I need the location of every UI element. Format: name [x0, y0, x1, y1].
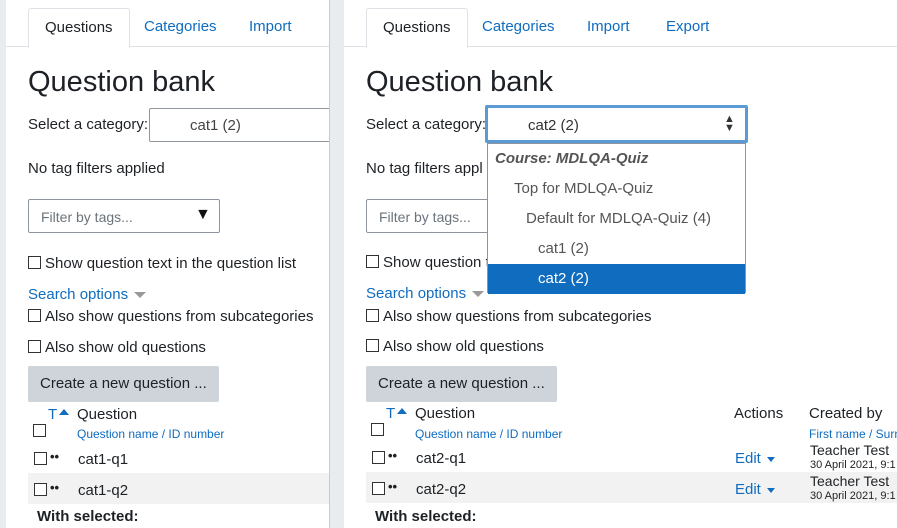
right-col-created-sort-link[interactable]: First name / Surn — [809, 427, 897, 441]
left-old-questions-checkbox[interactable] — [28, 340, 41, 353]
left-tab-bar: Questions Categories Import — [6, 0, 329, 48]
sort-ascending-icon — [397, 408, 408, 414]
sort-ascending-icon — [59, 409, 70, 415]
right-row-edit-menu[interactable]: Edit — [735, 450, 775, 467]
select-arrows-icon: ▲ ▼ — [724, 113, 735, 134]
right-with-selected-label: With selected: — [375, 508, 477, 525]
left-page-title: Question bank — [28, 66, 216, 98]
left-row-checkbox[interactable] — [34, 483, 47, 496]
right-subcategories-checkbox[interactable] — [366, 309, 379, 322]
right-sort-type-header[interactable]: T — [386, 405, 408, 422]
left-question-bank-panel: Questions Categories Import Question ban… — [6, 0, 329, 528]
left-row-question-name: cat1-q1 — [78, 451, 129, 468]
right-tab-import[interactable]: Import — [571, 8, 646, 46]
right-search-options-toggle[interactable]: Search options — [366, 285, 485, 302]
left-show-question-text-checkbox[interactable] — [28, 256, 41, 269]
right-old-questions-label: Also show old questions — [383, 338, 544, 355]
right-question-bank-panel: Questions Categories Import Export Quest… — [344, 0, 897, 528]
left-row-question-name: cat1-q2 — [78, 482, 129, 499]
question-type-icon: •• — [50, 480, 60, 495]
left-category-select[interactable]: cat1 (2) — [149, 108, 329, 142]
left-subcategories-label: Also show questions from subcategories — [45, 308, 314, 325]
right-row-created-date: 30 April 2021, 9:1 — [810, 459, 896, 471]
right-tab-export[interactable]: Export — [650, 8, 725, 46]
left-sort-type-header[interactable]: T — [48, 406, 70, 423]
right-col-question-sort-link[interactable]: Question name / ID number — [415, 427, 562, 441]
dropdown-option-cat2[interactable]: cat2 (2) — [488, 264, 745, 294]
right-select-all-checkbox[interactable] — [371, 423, 384, 436]
left-row-checkbox[interactable] — [34, 452, 47, 465]
right-row-created-date: 30 April 2021, 9:1 — [810, 490, 896, 502]
right-show-question-text-checkbox[interactable] — [366, 255, 379, 268]
right-row-creator: Teacher Test — [810, 442, 890, 458]
chevron-down-icon — [472, 291, 485, 298]
chevron-down-icon — [134, 292, 147, 299]
right-old-questions-checkbox[interactable] — [366, 339, 379, 352]
right-create-question-button[interactable]: Create a new question ... — [366, 366, 557, 402]
right-tab-questions[interactable]: Questions — [366, 8, 468, 48]
left-with-selected-label: With selected: — [37, 508, 139, 525]
right-search-options-label: Search options — [366, 285, 467, 302]
left-old-questions-label: Also show old questions — [45, 339, 206, 356]
right-select-category-label: Select a category: — [366, 116, 487, 133]
left-no-tag-filters: No tag filters applied — [28, 160, 165, 177]
question-type-icon: •• — [388, 479, 398, 494]
left-create-question-button[interactable]: Create a new question ... — [28, 366, 219, 402]
right-page-title: Question bank — [366, 66, 554, 98]
right-tab-categories[interactable]: Categories — [466, 8, 571, 46]
left-tab-questions[interactable]: Questions — [28, 8, 130, 48]
right-row-question-name: cat2-q1 — [416, 450, 467, 467]
right-show-question-text-label: Show question t — [383, 254, 490, 271]
left-show-question-text-label: Show question text in the question list — [45, 255, 296, 272]
right-row-question-name: cat2-q2 — [416, 481, 467, 498]
dropdown-group-course: Course: MDLQA-Quiz — [495, 150, 649, 167]
left-tab-import[interactable]: Import — [233, 8, 308, 46]
right-subcategories-label: Also show questions from subcategories — [383, 308, 652, 325]
left-col-t-label: T — [48, 406, 58, 423]
right-col-t-label: T — [386, 405, 396, 422]
right-tab-bar: Questions Categories Import Export — [344, 0, 897, 48]
left-category-select-value: cat1 (2) — [190, 117, 241, 134]
right-col-question-header: Question — [415, 405, 476, 422]
right-row-checkbox[interactable] — [372, 482, 385, 495]
left-search-options-label: Search options — [28, 286, 129, 303]
dropdown-option-default[interactable]: Default for MDLQA-Quiz (4) — [488, 204, 745, 234]
right-tag-filter-input[interactable]: Filter by tags... — [366, 199, 496, 233]
left-search-options-toggle[interactable]: Search options — [28, 286, 147, 303]
dropdown-triangle-icon: ▼ — [195, 206, 211, 223]
right-row-edit-label: Edit — [735, 481, 761, 498]
question-type-icon: •• — [388, 448, 398, 463]
dropdown-option-top[interactable]: Top for MDLQA-Quiz — [488, 174, 745, 204]
right-col-actions-header: Actions — [734, 405, 784, 422]
right-category-select[interactable]: cat2 (2) ▲ ▼ — [485, 105, 748, 143]
chevron-down-icon — [766, 487, 775, 493]
right-no-tag-filters: No tag filters appl — [366, 160, 483, 177]
right-col-created-header: Created by — [809, 405, 883, 422]
question-type-icon: •• — [50, 449, 60, 464]
right-category-select-value: cat2 (2) — [528, 117, 579, 134]
left-select-category-label: Select a category: — [28, 116, 149, 133]
panel-divider — [329, 0, 330, 528]
left-tab-categories[interactable]: Categories — [128, 8, 233, 46]
left-tag-filter-placeholder: Filter by tags... — [41, 209, 133, 225]
chevron-down-icon — [766, 456, 775, 462]
left-tag-filter-input[interactable]: Filter by tags... ▼ — [28, 199, 220, 233]
left-col-question-sort-link[interactable]: Question name / ID number — [77, 427, 224, 441]
dropdown-option-cat1[interactable]: cat1 (2) — [488, 234, 745, 264]
right-row-creator: Teacher Test — [810, 473, 890, 489]
left-table-row-alt — [28, 473, 329, 504]
right-tag-filter-placeholder: Filter by tags... — [379, 209, 471, 225]
right-row-checkbox[interactable] — [372, 451, 385, 464]
right-row-edit-label: Edit — [735, 450, 761, 467]
left-subcategories-checkbox[interactable] — [28, 309, 41, 322]
right-row-edit-menu[interactable]: Edit — [735, 481, 775, 498]
category-dropdown-list: Course: MDLQA-Quiz Top for MDLQA-Quiz De… — [487, 143, 746, 294]
left-select-all-checkbox[interactable] — [33, 424, 46, 437]
left-col-question-header: Question — [77, 406, 138, 423]
